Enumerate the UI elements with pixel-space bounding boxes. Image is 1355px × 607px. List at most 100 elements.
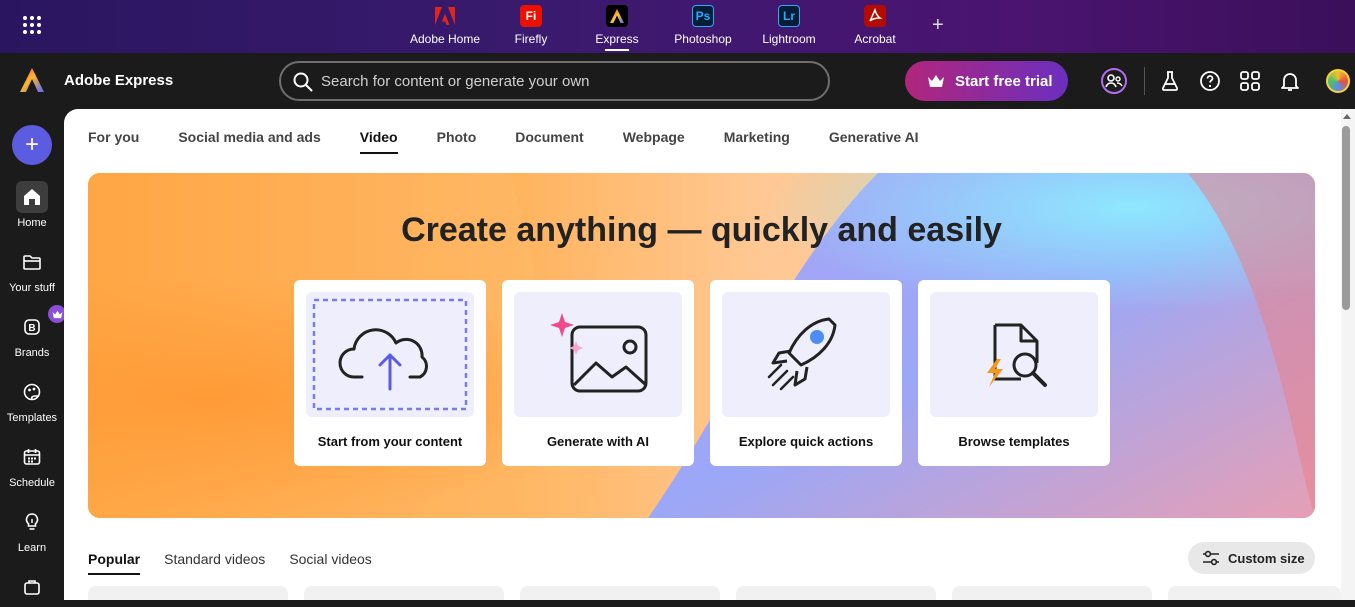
- card-label: Start from your content: [317, 434, 463, 449]
- help-icon[interactable]: [1198, 69, 1222, 93]
- rail-item-label: Templates: [6, 412, 58, 424]
- create-new-button[interactable]: +: [12, 125, 52, 165]
- card-label: Browse templates: [958, 434, 1070, 449]
- template-tile[interactable]: [952, 586, 1152, 600]
- app-label: Acrobat: [854, 32, 896, 46]
- trial-label: Start free trial: [955, 72, 1053, 90]
- crown-icon: [928, 75, 944, 87]
- add-app-icon[interactable]: +: [932, 14, 944, 37]
- rail-item-home[interactable]: Home: [0, 181, 64, 229]
- custom-size-button[interactable]: Custom size: [1188, 542, 1315, 574]
- folder-icon: [16, 246, 48, 278]
- app-adobe-home[interactable]: Adobe Home: [402, 5, 488, 46]
- template-tile[interactable]: [1168, 586, 1341, 600]
- app-label: Lightroom: [762, 32, 816, 46]
- card-label: Explore quick actions: [738, 434, 874, 449]
- template-tile[interactable]: [520, 586, 720, 600]
- header-divider: [1144, 67, 1145, 95]
- start-free-trial-button[interactable]: Start free trial: [905, 61, 1068, 101]
- category-tabs: For you Social media and ads Video Photo…: [88, 129, 958, 154]
- main-content: For you Social media and ads Video Photo…: [64, 109, 1341, 600]
- template-tile[interactable]: [304, 586, 504, 600]
- browse-templates-card[interactable]: Browse templates: [918, 280, 1110, 466]
- generate-with-ai-card[interactable]: Generate with AI: [502, 280, 694, 466]
- card-thumbnail: [930, 292, 1098, 417]
- invite-collaborators-icon[interactable]: [1101, 68, 1127, 94]
- active-app-indicator: [605, 49, 629, 51]
- app-grid-icon[interactable]: [22, 15, 42, 35]
- card-thumbnail: [514, 292, 682, 417]
- tab-social-media-and-ads[interactable]: Social media and ads: [178, 129, 320, 154]
- rail-item-your-stuff[interactable]: Your stuff: [0, 246, 64, 294]
- tab-video[interactable]: Video: [359, 129, 398, 154]
- lightroom-logo-icon: Lr: [778, 5, 800, 27]
- start-from-content-card[interactable]: Start from your content: [294, 280, 486, 466]
- card-thumbnail: [722, 292, 890, 417]
- custom-size-label: Custom size: [1228, 550, 1305, 566]
- notifications-bell-icon[interactable]: [1278, 69, 1302, 93]
- app-label: Firefly: [514, 32, 548, 46]
- home-icon: [16, 181, 48, 213]
- template-tile[interactable]: [88, 586, 288, 600]
- rail-item-learn[interactable]: Learn: [0, 506, 64, 554]
- hero-banner: Create anything — quickly and easily Sta…: [88, 173, 1315, 518]
- tab-photo[interactable]: Photo: [437, 129, 477, 154]
- app-acrobat[interactable]: Acrobat: [832, 5, 918, 46]
- rail-item-brands[interactable]: B Brands: [0, 305, 66, 359]
- sliders-icon: [1203, 550, 1219, 566]
- rail-item-schedule[interactable]: Schedule: [0, 441, 64, 489]
- tab-for-you[interactable]: For you: [88, 129, 139, 154]
- templates-icon: [16, 376, 48, 408]
- search-input[interactable]: [321, 70, 811, 92]
- calendar-icon: [16, 441, 48, 473]
- app-photoshop[interactable]: Ps Photoshop: [660, 5, 746, 46]
- card-thumbnail: [306, 292, 474, 417]
- rail-item-label: Schedule: [9, 477, 55, 489]
- tab-webpage[interactable]: Webpage: [623, 129, 685, 154]
- labs-flask-icon[interactable]: [1158, 69, 1182, 93]
- ai-image-icon: [550, 312, 648, 392]
- svg-text:B: B: [28, 323, 35, 334]
- template-tile[interactable]: [736, 586, 936, 600]
- cloud-upload-icon: [312, 298, 468, 411]
- express-logo-icon: [606, 5, 628, 27]
- rail-item-label: Brands: [14, 347, 50, 359]
- subtab-standard-videos[interactable]: Standard videos: [164, 551, 265, 575]
- template-search-icon: [987, 323, 1047, 387]
- app-express[interactable]: Express: [574, 5, 660, 51]
- rail-item-templates[interactable]: Templates: [0, 376, 64, 424]
- hero-title: Create anything — quickly and easily: [401, 211, 1002, 249]
- search-icon: [293, 72, 313, 92]
- rail-item-more[interactable]: [0, 571, 64, 607]
- card-label: Generate with AI: [546, 434, 650, 449]
- tab-generative-ai[interactable]: Generative AI: [829, 129, 919, 154]
- video-subtabs: Popular Standard videos Social videos: [88, 551, 396, 575]
- acrobat-logo-icon: [864, 5, 886, 27]
- lightbulb-icon: [16, 506, 48, 538]
- top-header: Adobe Express Start free trial: [0, 53, 1355, 109]
- app-switcher-bar: Adobe Home Fi Firefly Express Ps Photosh…: [0, 0, 1355, 53]
- rocket-icon: [767, 317, 837, 390]
- scrollbar-thumb[interactable]: [1342, 126, 1350, 310]
- left-rail: + Home Your stuff B Brands Templates Sch…: [0, 109, 66, 600]
- app-firefly[interactable]: Fi Firefly: [488, 5, 574, 46]
- tab-document[interactable]: Document: [515, 129, 583, 154]
- brand-icon: B: [16, 305, 66, 343]
- tab-marketing[interactable]: Marketing: [724, 129, 790, 154]
- scroll-up-arrow-icon[interactable]: [1342, 112, 1352, 120]
- firefly-logo-icon: Fi: [520, 5, 542, 27]
- app-label: Photoshop: [674, 32, 732, 46]
- express-brand-icon[interactable]: [19, 67, 45, 98]
- explore-quick-actions-card[interactable]: Explore quick actions: [710, 280, 902, 466]
- photoshop-logo-icon: Ps: [692, 5, 714, 27]
- adobe-logo-icon: [434, 5, 456, 27]
- subtab-social-videos[interactable]: Social videos: [289, 551, 372, 575]
- subtab-popular[interactable]: Popular: [88, 551, 141, 575]
- apps-grid-icon[interactable]: [1238, 69, 1262, 93]
- brand-name[interactable]: Adobe Express: [64, 72, 173, 89]
- user-avatar[interactable]: [1326, 69, 1350, 93]
- app-lightroom[interactable]: Lr Lightroom: [746, 5, 832, 46]
- briefcase-icon: [16, 571, 48, 603]
- app-label: Adobe Home: [409, 32, 481, 46]
- search-bar[interactable]: [279, 61, 830, 101]
